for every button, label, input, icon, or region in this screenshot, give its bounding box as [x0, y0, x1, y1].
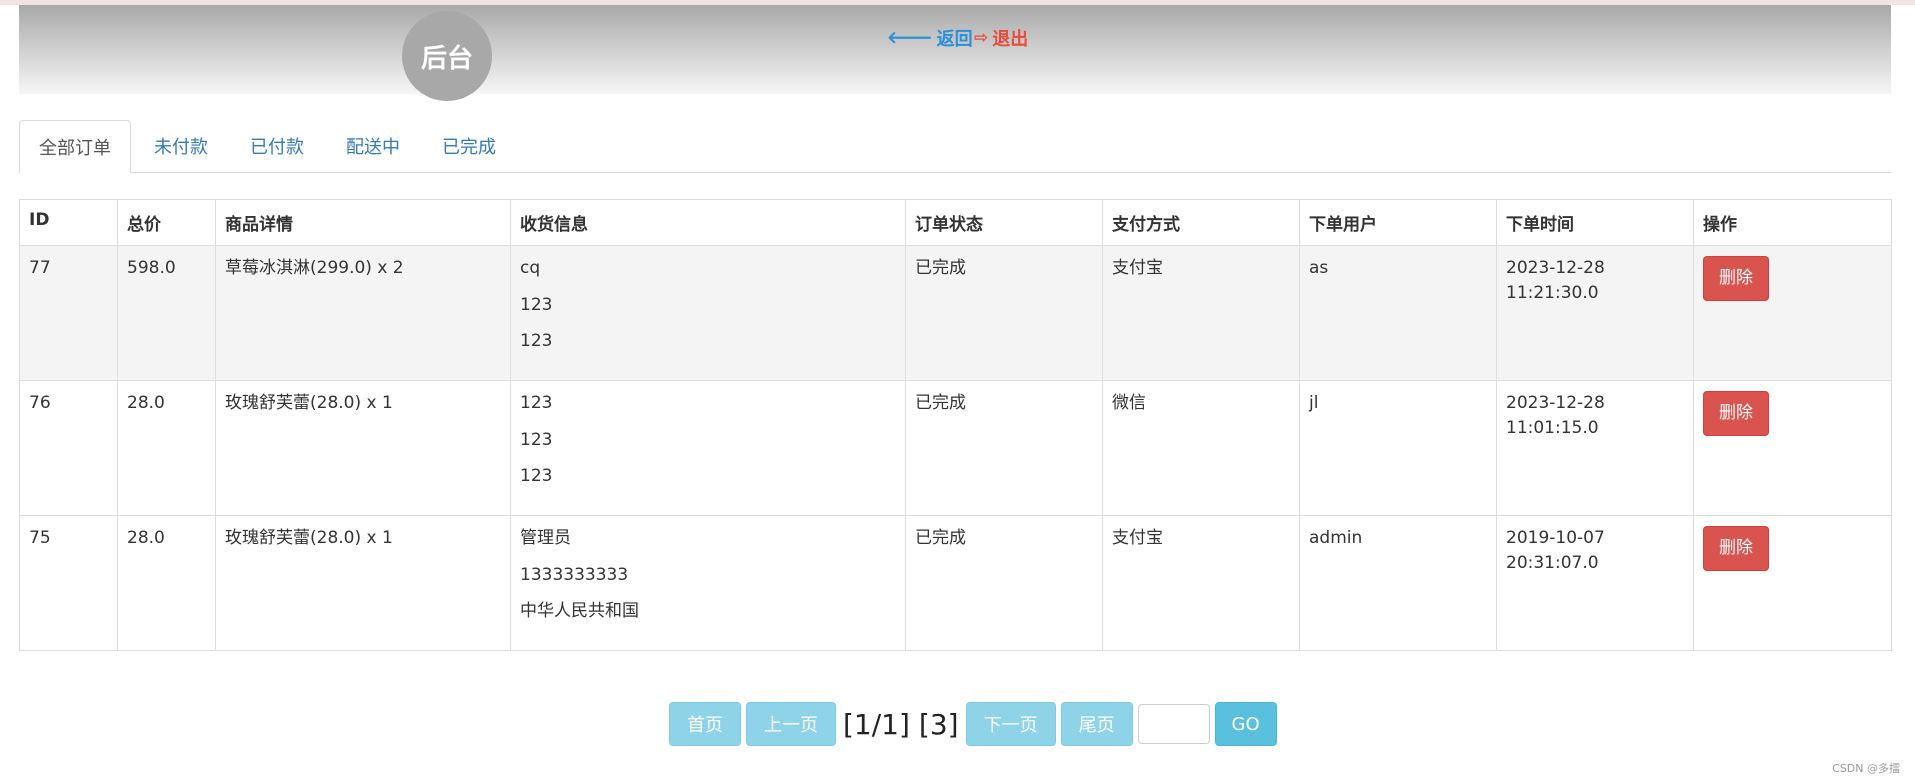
logout-label: 退出 [992, 29, 1029, 50]
last-page-button[interactable]: 尾页 [1060, 702, 1133, 746]
tab-paid[interactable]: 已付款 [231, 120, 323, 171]
orders-table: ID 总价 商品详情 收货信息 订单状态 支付方式 下单用户 下单时间 操作 7… [19, 199, 1892, 651]
address-phone: 123 [520, 429, 553, 450]
cell-action: 删除 [1693, 245, 1892, 381]
delete-button[interactable]: 删除 [1703, 391, 1769, 436]
col-header-address: 收货信息 [510, 199, 906, 246]
col-header-time: 下单时间 [1496, 199, 1694, 246]
delete-button[interactable]: 删除 [1703, 526, 1769, 571]
cell-user: admin [1299, 515, 1497, 651]
page-info: [1/1] [843, 707, 910, 741]
cell-payment: 微信 [1102, 380, 1300, 516]
cell-payment: 支付宝 [1102, 515, 1300, 651]
cell-action: 删除 [1693, 515, 1892, 651]
cell-payment: 支付宝 [1102, 245, 1300, 381]
col-header-items: 商品详情 [215, 199, 511, 246]
address-detail: 123 [520, 466, 553, 487]
col-header-status: 订单状态 [905, 199, 1103, 246]
cell-items: 玫瑰舒芙蕾(28.0) x 1 [215, 515, 511, 651]
order-date: 2019-10-07 [1506, 528, 1605, 548]
page-number-input[interactable] [1137, 704, 1210, 744]
go-button[interactable]: GO [1214, 702, 1277, 746]
col-header-payment: 支付方式 [1102, 199, 1300, 246]
first-page-button[interactable]: 首页 [669, 702, 741, 746]
address-name: cq [520, 258, 541, 278]
cell-user: as [1299, 245, 1497, 381]
col-header-user: 下单用户 [1299, 199, 1497, 246]
cell-total: 598.0 [117, 245, 216, 381]
cell-id: 76 [19, 380, 118, 516]
admin-logo: 后台 [402, 11, 492, 101]
watermark: CSDN @多擂 [1832, 762, 1900, 775]
address-phone: 123 [520, 294, 553, 315]
back-label: 返回 [936, 29, 973, 50]
cell-total: 28.0 [117, 515, 216, 651]
cell-user: jl [1299, 380, 1497, 516]
address-name: 管理员 [520, 528, 571, 548]
cell-status: 已完成 [905, 380, 1103, 516]
order-clock: 20:31:07.0 [1506, 552, 1599, 573]
delete-button[interactable]: 删除 [1703, 256, 1769, 301]
order-tabs: 全部订单 未付款 已付款 配送中 已完成 [19, 120, 1891, 174]
order-clock: 11:21:30.0 [1506, 282, 1599, 303]
tab-shipping[interactable]: 配送中 [327, 120, 419, 171]
cell-address: 123 123 123 [510, 380, 906, 516]
table-row: 75 28.0 玫瑰舒芙蕾(28.0) x 1 管理员 1333333333 中… [19, 515, 1892, 651]
prev-page-button[interactable]: 上一页 [746, 702, 836, 746]
arrow-left-icon: 🡐 [887, 28, 933, 48]
tab-all-orders[interactable]: 全部订单 [19, 120, 131, 174]
cell-action: 删除 [1693, 380, 1892, 516]
next-page-button[interactable]: 下一页 [965, 702, 1056, 746]
header-bar: 后台 🡐 返回 ⇨ 退出 [19, 5, 1891, 101]
address-detail: 123 [520, 331, 553, 352]
cell-time: 2023-12-28 11:01:15.0 [1496, 380, 1694, 516]
address-phone: 1333333333 [520, 564, 629, 585]
order-date: 2023-12-28 [1506, 258, 1605, 278]
cell-time: 2023-12-28 11:21:30.0 [1496, 245, 1694, 381]
col-header-id: ID [19, 199, 118, 246]
cell-address: cq 123 123 [510, 245, 906, 381]
col-header-action: 操作 [1693, 199, 1892, 246]
order-clock: 11:01:15.0 [1506, 417, 1599, 438]
sign-out-icon: ⇨ [974, 28, 989, 48]
col-header-total: 总价 [117, 199, 216, 246]
table-row: 76 28.0 玫瑰舒芙蕾(28.0) x 1 123 123 123 已完成 … [19, 380, 1892, 516]
back-link[interactable]: 🡐 返回 [887, 25, 973, 51]
address-name: 123 [520, 393, 553, 413]
cell-total: 28.0 [117, 380, 216, 516]
address-detail: 中华人民共和国 [520, 601, 639, 622]
cell-address: 管理员 1333333333 中华人民共和国 [510, 515, 906, 651]
table-header-row: ID 总价 商品详情 收货信息 订单状态 支付方式 下单用户 下单时间 操作 [19, 199, 1892, 246]
logout-link[interactable]: ⇨ 退出 [974, 25, 1028, 51]
cell-items: 草莓冰淇淋(299.0) x 2 [215, 245, 511, 381]
tab-completed[interactable]: 已完成 [423, 120, 515, 171]
order-date: 2023-12-28 [1506, 393, 1605, 413]
cell-status: 已完成 [905, 515, 1103, 651]
table-row: 77 598.0 草莓冰淇淋(299.0) x 2 cq 123 123 已完成… [19, 245, 1892, 381]
tab-unpaid[interactable]: 未付款 [135, 120, 227, 171]
cell-items: 玫瑰舒芙蕾(28.0) x 1 [215, 380, 511, 516]
cell-id: 77 [19, 245, 118, 381]
cell-id: 75 [19, 515, 118, 651]
pagination: 首页 上一页 [1/1] [3] 下一页 尾页 GO [669, 702, 1277, 746]
cell-time: 2019-10-07 20:31:07.0 [1496, 515, 1694, 651]
cell-status: 已完成 [905, 245, 1103, 381]
total-count: [3] [918, 707, 959, 741]
